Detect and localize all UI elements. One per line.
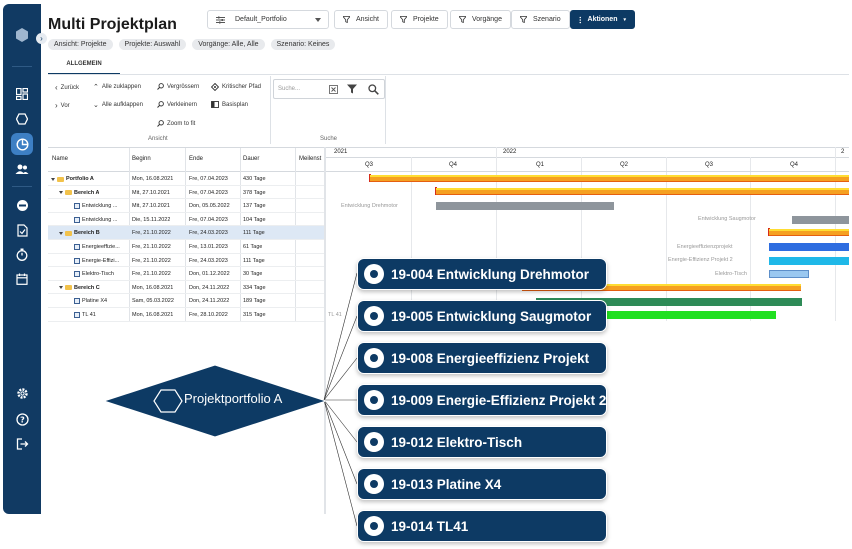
project-card[interactable]: 19-013 Platine X4 <box>357 468 607 500</box>
radio-icon <box>364 432 384 452</box>
project-card-label: 19-005 Entwicklung Saugmotor <box>391 308 592 324</box>
project-card-label: 19-013 Platine X4 <box>391 476 502 492</box>
project-card-label: 19-008 Energieeffizienz Projekt <box>391 350 590 366</box>
project-card-label: 19-014 TL41 <box>391 518 469 534</box>
project-card[interactable]: 19-012 Elektro-Tisch <box>357 426 607 458</box>
project-card[interactable]: 19-014 TL41 <box>357 510 607 542</box>
radio-icon <box>364 474 384 494</box>
project-card-label: 19-004 Entwicklung Drehmotor <box>391 266 590 282</box>
app-window: › ? Multi Projektplan Ansicht: Projekte … <box>0 0 852 549</box>
portfolio-label: Projektportfolio A <box>184 391 283 406</box>
radio-icon <box>364 306 384 326</box>
project-card[interactable]: 19-004 Entwicklung Drehmotor <box>357 258 607 290</box>
project-card-label: 19-009 Energie-Effizienz Projekt 2 <box>391 392 607 408</box>
project-card-label: 19-012 Elektro-Tisch <box>391 434 523 450</box>
project-card[interactable]: 19-008 Energieeffizienz Projekt <box>357 342 607 374</box>
project-card[interactable]: 19-009 Energie-Effizienz Projekt 2 <box>357 384 607 416</box>
project-card[interactable]: 19-005 Entwicklung Saugmotor <box>357 300 607 332</box>
radio-icon <box>364 390 384 410</box>
radio-icon <box>364 264 384 284</box>
radio-icon <box>364 516 384 536</box>
radio-icon <box>364 348 384 368</box>
